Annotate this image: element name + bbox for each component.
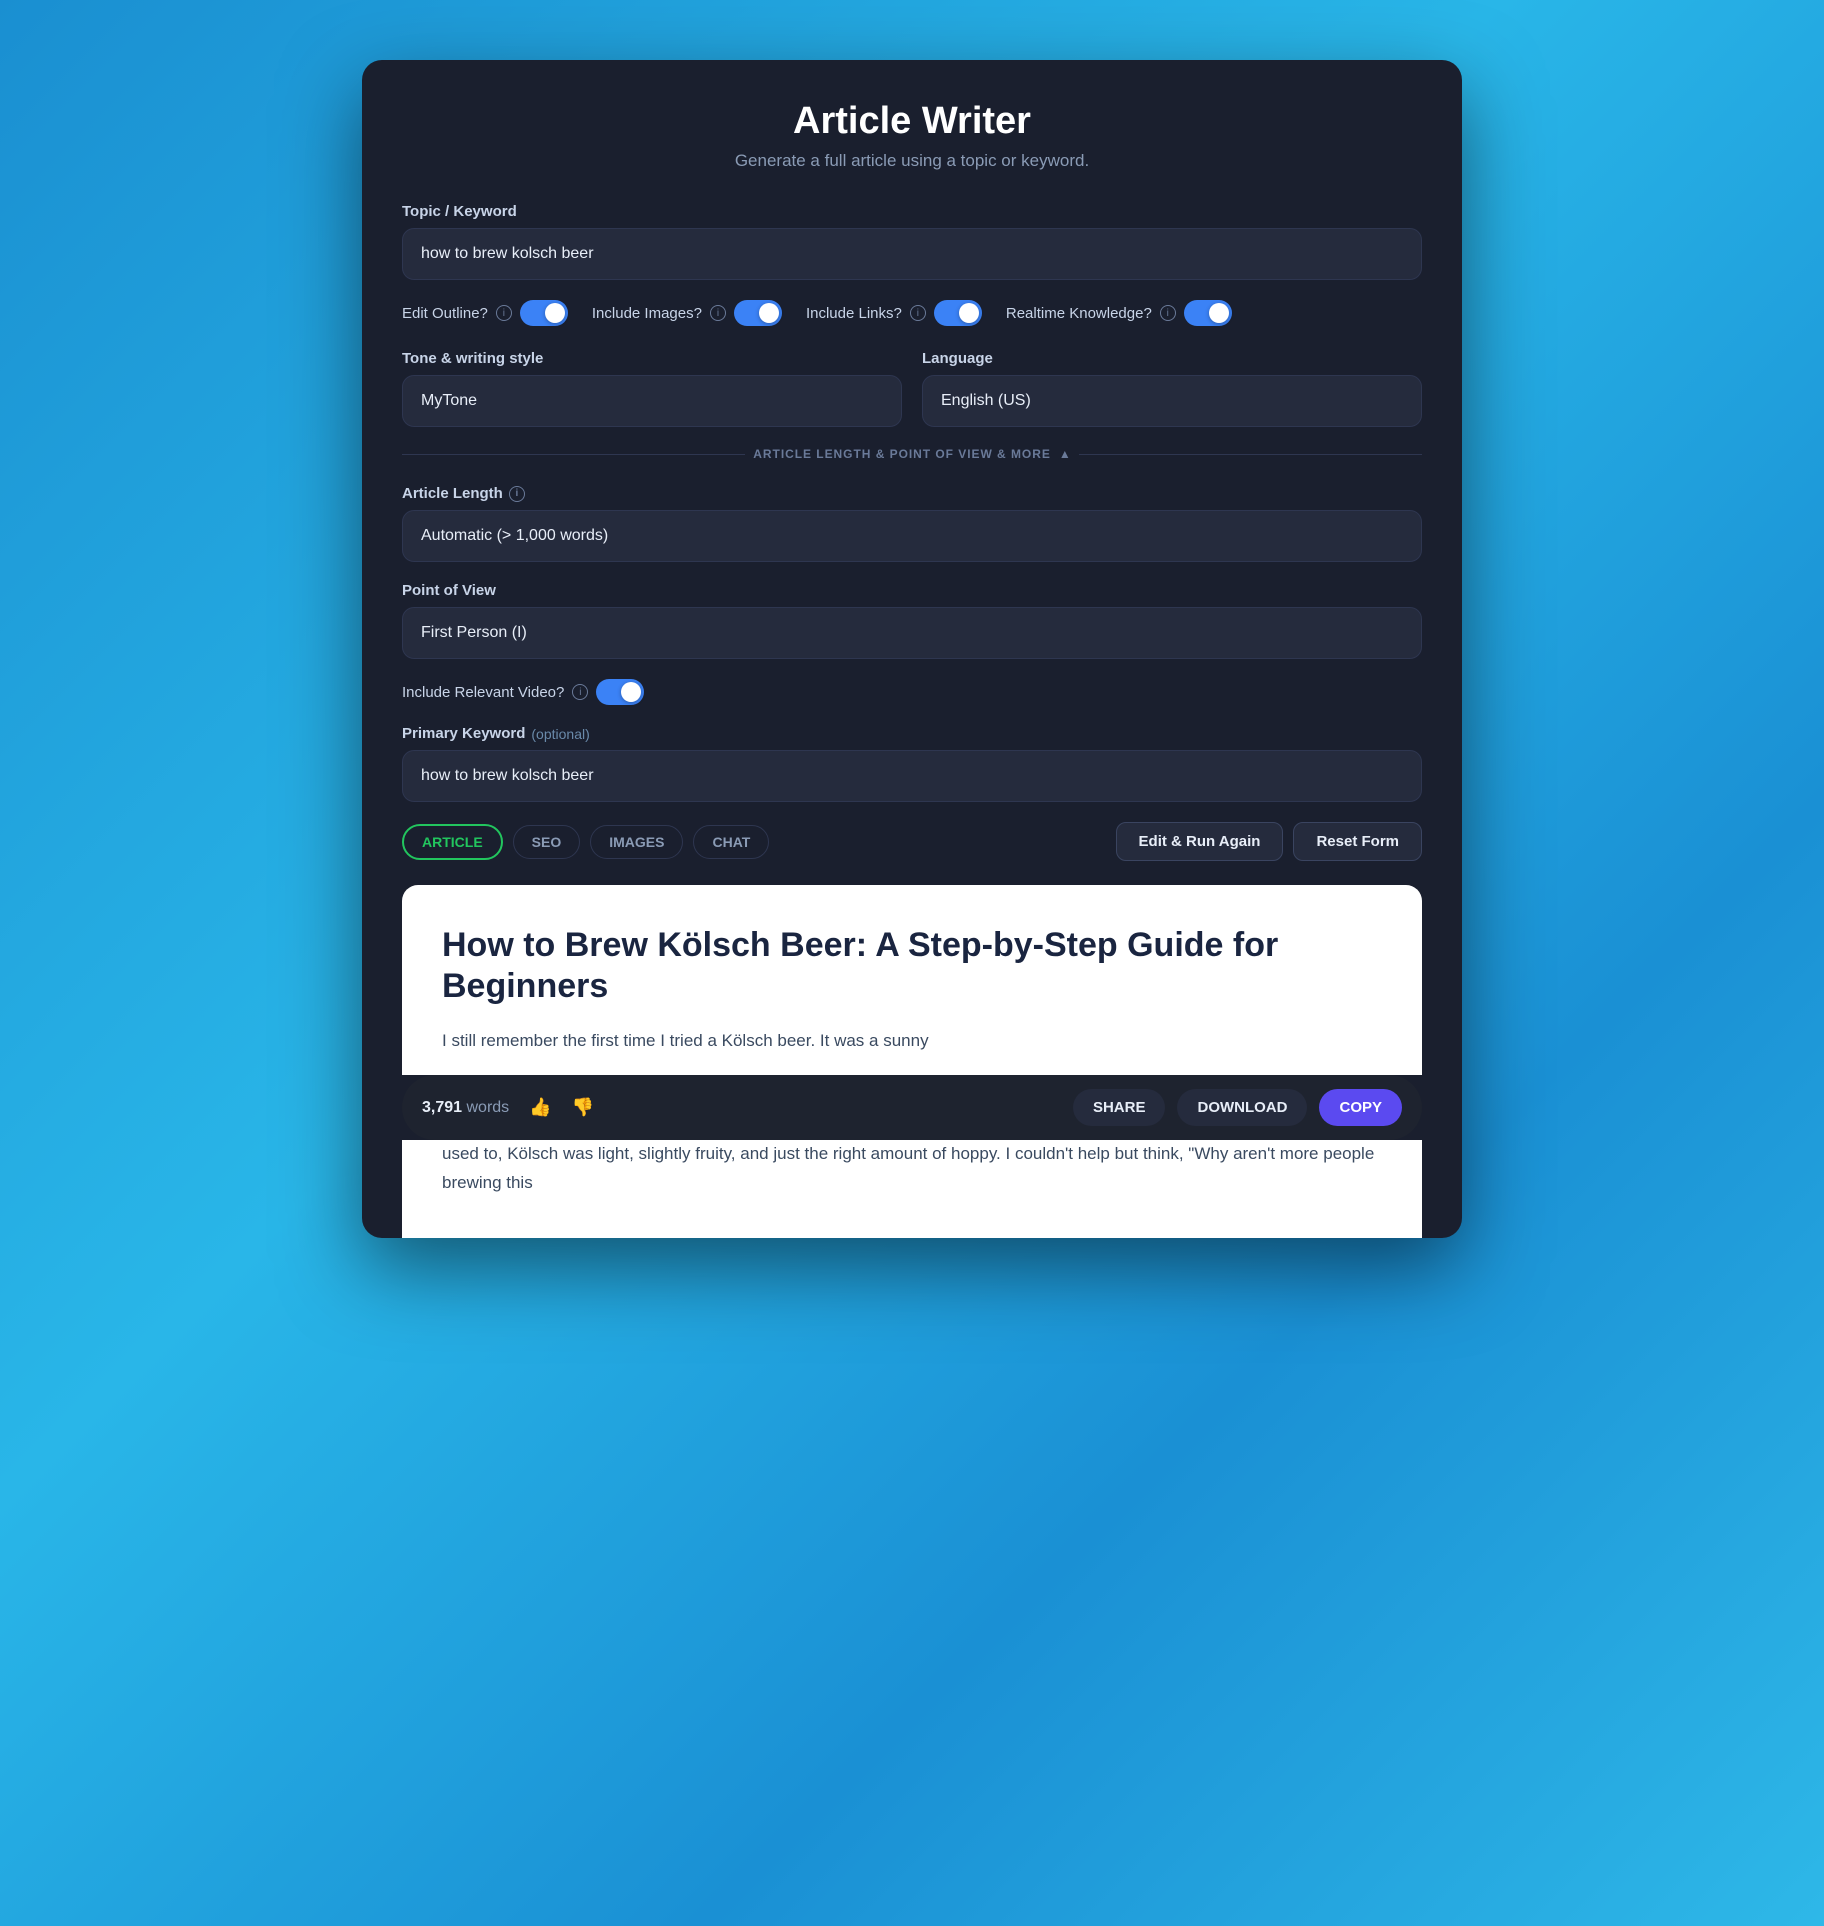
include-images-info-icon[interactable]: i [710, 305, 726, 321]
primary-keyword-section: Primary Keyword (optional) [402, 725, 1422, 822]
edit-outline-toggle-group: Edit Outline? i [402, 300, 568, 326]
word-count-label: words [467, 1099, 510, 1116]
edit-outline-label: Edit Outline? [402, 305, 488, 322]
download-button[interactable]: DOWNLOAD [1177, 1089, 1307, 1126]
primary-keyword-optional: (optional) [531, 726, 589, 742]
topic-label: Topic / Keyword [402, 203, 1422, 220]
primary-keyword-label: Primary Keyword [402, 725, 525, 742]
expander-row[interactable]: ARTICLE LENGTH & POINT OF VIEW & MORE ▲ [402, 447, 1422, 461]
topic-section: Topic / Keyword [402, 203, 1422, 300]
page-subtitle: Generate a full article using a topic or… [402, 151, 1422, 171]
tone-input[interactable] [402, 375, 902, 427]
expander-text: ARTICLE LENGTH & POINT OF VIEW & MORE [753, 447, 1051, 461]
language-label: Language [922, 350, 1422, 367]
expander-line-left [402, 454, 745, 455]
share-button[interactable]: SHARE [1073, 1089, 1166, 1126]
article-body-para1: I still remember the first time I tried … [442, 1027, 1382, 1056]
include-links-info-icon[interactable]: i [910, 305, 926, 321]
include-video-section: Include Relevant Video? i [402, 679, 1422, 705]
language-section: Language [922, 350, 1422, 427]
include-links-toggle-group: Include Links? i [806, 300, 982, 326]
pov-input[interactable] [402, 607, 1422, 659]
include-links-toggle[interactable] [934, 300, 982, 326]
edit-outline-toggle[interactable] [520, 300, 568, 326]
header: Article Writer Generate a full article u… [402, 100, 1422, 171]
tabs-left: ARTICLE SEO IMAGES CHAT [402, 824, 769, 860]
include-video-label: Include Relevant Video? [402, 684, 564, 701]
article-body: I still remember the first time I tried … [442, 1027, 1382, 1056]
realtime-knowledge-toggle-group: Realtime Knowledge? i [1006, 300, 1232, 326]
article-length-info-icon[interactable]: i [509, 486, 525, 502]
tab-chat[interactable]: CHAT [693, 825, 769, 859]
toggles-row: Edit Outline? i Include Images? i Includ… [402, 300, 1422, 326]
article-body-para2: used to, Kölsch was light, slightly frui… [442, 1140, 1382, 1198]
realtime-knowledge-toggle[interactable] [1184, 300, 1232, 326]
include-video-toggle[interactable] [596, 679, 644, 705]
tabs-row: ARTICLE SEO IMAGES CHAT Edit & Run Again… [402, 822, 1422, 861]
tab-article[interactable]: ARTICLE [402, 824, 503, 860]
article-preview: How to Brew Kölsch Beer: A Step-by-Step … [402, 885, 1422, 1075]
realtime-knowledge-info-icon[interactable]: i [1160, 305, 1176, 321]
edit-outline-info-icon[interactable]: i [496, 305, 512, 321]
pov-label: Point of View [402, 582, 1422, 599]
reset-form-button[interactable]: Reset Form [1293, 822, 1422, 861]
tabs-right: Edit & Run Again Reset Form [1116, 822, 1422, 861]
tone-section: Tone & writing style [402, 350, 902, 427]
word-count: 3,791 words [422, 1099, 509, 1117]
tone-language-row: Tone & writing style Language [402, 350, 1422, 427]
include-images-label: Include Images? [592, 305, 702, 322]
thumbs-up-button[interactable]: 👍 [525, 1093, 555, 1122]
include-video-info-icon[interactable]: i [572, 684, 588, 700]
app-window: Article Writer Generate a full article u… [362, 60, 1462, 1238]
primary-keyword-input[interactable] [402, 750, 1422, 802]
article-length-label: Article Length [402, 485, 503, 502]
word-count-number: 3,791 [422, 1099, 462, 1116]
bottom-bar: 3,791 words 👍 👎 SHARE DOWNLOAD COPY [402, 1075, 1422, 1140]
include-images-toggle-group: Include Images? i [592, 300, 782, 326]
article-title: How to Brew Kölsch Beer: A Step-by-Step … [442, 925, 1382, 1007]
tab-images[interactable]: IMAGES [590, 825, 683, 859]
article-length-section: Article Length i [402, 485, 1422, 582]
language-input[interactable] [922, 375, 1422, 427]
chevron-up-icon: ▲ [1059, 447, 1071, 461]
pov-section: Point of View [402, 582, 1422, 679]
tab-seo[interactable]: SEO [513, 825, 581, 859]
include-links-label: Include Links? [806, 305, 902, 322]
page-title: Article Writer [402, 100, 1422, 143]
edit-run-again-button[interactable]: Edit & Run Again [1116, 822, 1284, 861]
thumbs-down-button[interactable]: 👎 [568, 1093, 598, 1122]
topic-input[interactable] [402, 228, 1422, 280]
tone-label: Tone & writing style [402, 350, 902, 367]
article-length-input[interactable] [402, 510, 1422, 562]
expander-line-right [1079, 454, 1422, 455]
realtime-knowledge-label: Realtime Knowledge? [1006, 305, 1152, 322]
copy-button[interactable]: COPY [1319, 1089, 1402, 1126]
include-images-toggle[interactable] [734, 300, 782, 326]
